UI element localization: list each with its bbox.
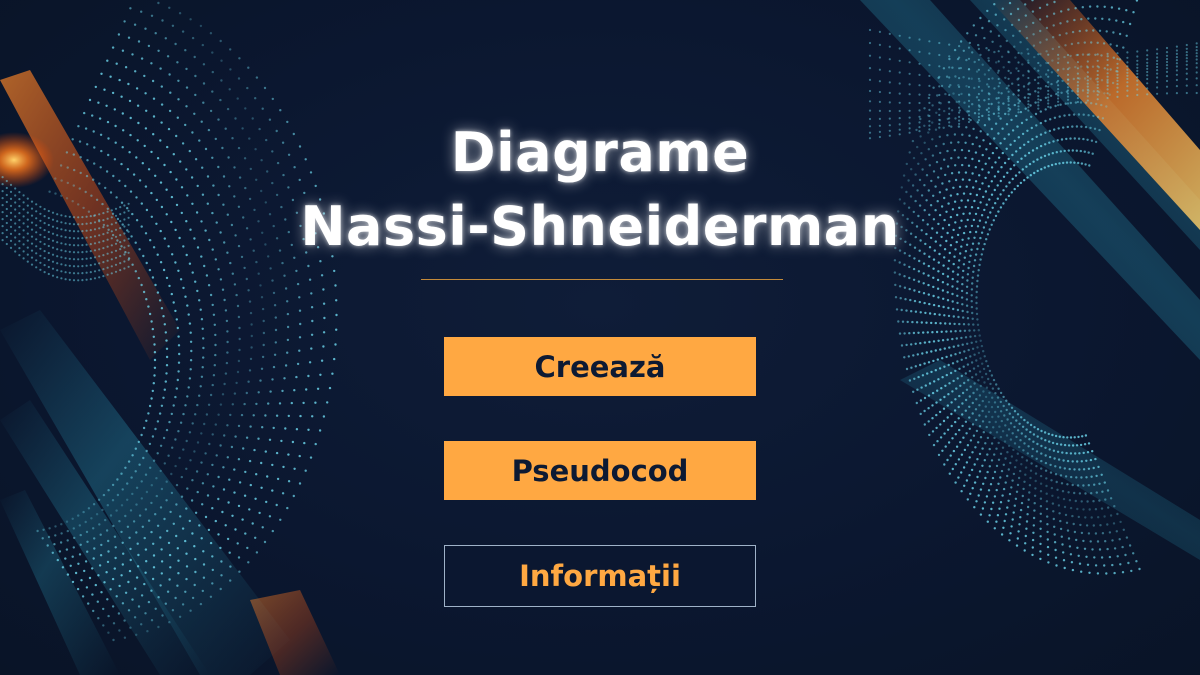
particle-wave-decoration-left: [0, 1, 340, 675]
particle-dots-right: [868, 0, 1198, 575]
title-divider: [421, 279, 783, 280]
create-button[interactable]: Creează: [444, 337, 756, 396]
pseudocode-button[interactable]: Pseudocod: [444, 441, 756, 500]
particle-dots-left: [1, 1, 338, 642]
page-title-line-2: Nassi-Shneiderman: [300, 195, 900, 258]
info-button[interactable]: Informații: [444, 545, 756, 607]
page-title-line-1: Diagrame: [450, 121, 750, 184]
light-streaks-right: [860, 0, 1200, 560]
splash-screen: Diagrame Nassi-Shneiderman Creează Pseud…: [0, 0, 1200, 675]
particle-wave-decoration-right: [860, 0, 1200, 575]
